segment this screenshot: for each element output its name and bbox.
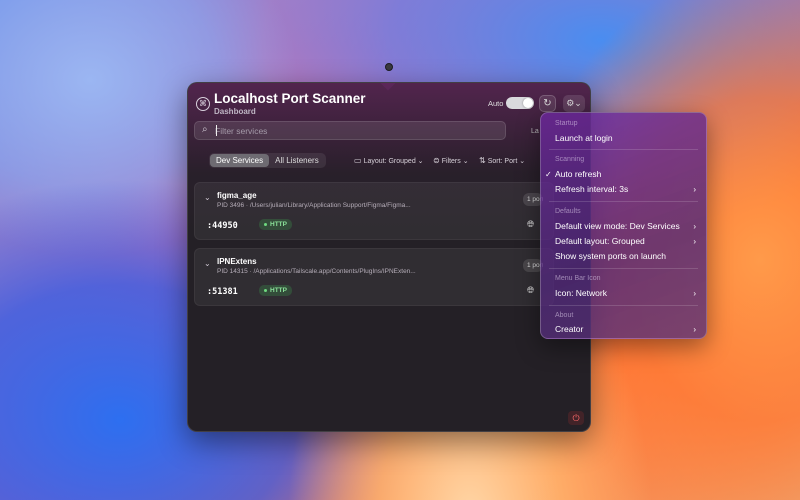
menu-section-defaults: Defaults <box>555 208 581 215</box>
menu-item-default-layout[interactable]: Default layout: Grouped › <box>555 235 698 248</box>
scanner-panel: ⌘ Localhost Port Scanner Dashboard Auto … <box>187 82 591 432</box>
menu-item-creator[interactable]: Creator › <box>555 323 698 336</box>
menu-section-scanning: Scanning <box>555 156 585 163</box>
menu-divider <box>549 268 698 269</box>
menu-divider <box>549 305 698 306</box>
chevron-down-icon[interactable]: ⌄ <box>204 259 211 268</box>
service-port[interactable]: :44950 <box>207 221 238 231</box>
menu-item-launch-at-login[interactable]: Launch at login <box>555 132 698 145</box>
service-name: IPNExtens <box>217 257 257 266</box>
panel-header: ⌘ Localhost Port Scanner Dashboard Auto … <box>188 83 590 119</box>
menu-item-auto-refresh[interactable]: ✓ Auto refresh <box>545 168 698 181</box>
settings-button[interactable]: ⚙︎⌄ <box>563 95 585 112</box>
chevron-down-icon: ⌄ <box>462 158 469 165</box>
refresh-button[interactable]: ↻ <box>539 95 556 112</box>
protocol-badge: HTTP <box>259 285 292 296</box>
chevron-down-icon[interactable]: ⌄ <box>204 193 211 202</box>
service-port[interactable]: :51381 <box>207 287 238 297</box>
search-input[interactable] <box>215 123 500 138</box>
chevron-right-icon: › <box>693 222 696 231</box>
page-subtitle: Dashboard <box>214 107 256 116</box>
page-title: Localhost Port Scanner <box>214 91 366 106</box>
chevron-down-icon: ⌄ <box>417 158 424 165</box>
truncated-label: La <box>531 128 539 135</box>
chevron-down-icon: ⌄ <box>519 158 526 165</box>
service-card[interactable]: ⌄ figma_age PID 3496 · /Users/julian/Lib… <box>194 182 554 240</box>
service-card[interactable]: ⌄ IPNExtens PID 14315 · /Applications/Ta… <box>194 248 554 306</box>
sort-icon: ⇅ <box>479 156 486 165</box>
menu-item-default-view-mode[interactable]: Default view mode: Dev Services › <box>555 220 698 233</box>
sort-dropdown[interactable]: ⇅ Sort: Port ⌄ <box>479 155 525 167</box>
settings-menu: Startup Launch at login Scanning ✓ Auto r… <box>540 112 707 339</box>
layout-dropdown[interactable]: ▭ Layout: Grouped ⌄ <box>354 155 424 167</box>
auto-toggle[interactable] <box>506 97 534 109</box>
chevron-right-icon: › <box>693 237 696 246</box>
filters-dropdown[interactable]: ⊜ Filters ⌄ <box>433 155 469 167</box>
menu-section-startup: Startup <box>555 120 578 127</box>
gear-icon: ⚙︎⌄ <box>566 98 582 108</box>
chevron-right-icon: › <box>693 325 696 334</box>
search-icon: ⌕ <box>202 124 208 135</box>
menu-item-refresh-interval[interactable]: Refresh interval: 3s › <box>555 183 698 196</box>
menu-item-icon-network[interactable]: Icon: Network › <box>555 287 698 300</box>
power-icon: ⏻ <box>572 413 580 423</box>
tab-all-listeners[interactable]: All Listeners <box>269 154 325 167</box>
network-icon: ⌘ <box>196 97 210 111</box>
quit-button[interactable]: ⏻ <box>568 411 584 425</box>
checkmark-icon: ✓ <box>545 170 552 179</box>
menu-bar-status-dot[interactable] <box>385 63 393 71</box>
globe-icon[interactable]: 🌐︎ <box>527 219 534 230</box>
layout-icon: ▭ <box>354 156 362 165</box>
menu-divider <box>549 201 698 202</box>
view-mode-segmented-control[interactable]: Dev Services All Listeners <box>209 153 326 168</box>
globe-icon[interactable]: 🌐︎ <box>527 285 534 296</box>
service-name: figma_age <box>217 191 257 200</box>
menu-divider <box>549 149 698 150</box>
protocol-badge: HTTP <box>259 219 292 230</box>
filter-icon: ⊜ <box>433 156 440 165</box>
search-field[interactable]: ⌕ <box>194 121 506 140</box>
menu-section-menu-bar-icon: Menu Bar Icon <box>555 275 601 282</box>
chevron-right-icon: › <box>693 289 696 298</box>
menu-section-about: About <box>555 312 574 319</box>
refresh-icon: ↻ <box>543 98 552 109</box>
menu-item-show-system-ports[interactable]: Show system ports on launch <box>555 250 698 263</box>
service-meta: PID 3496 · /Users/julian/Library/Applica… <box>217 202 411 209</box>
auto-label: Auto <box>488 99 504 108</box>
service-meta: PID 14315 · /Applications/Tailscale.app/… <box>217 268 416 275</box>
tab-dev-services[interactable]: Dev Services <box>210 154 270 167</box>
chevron-right-icon: › <box>693 185 696 194</box>
